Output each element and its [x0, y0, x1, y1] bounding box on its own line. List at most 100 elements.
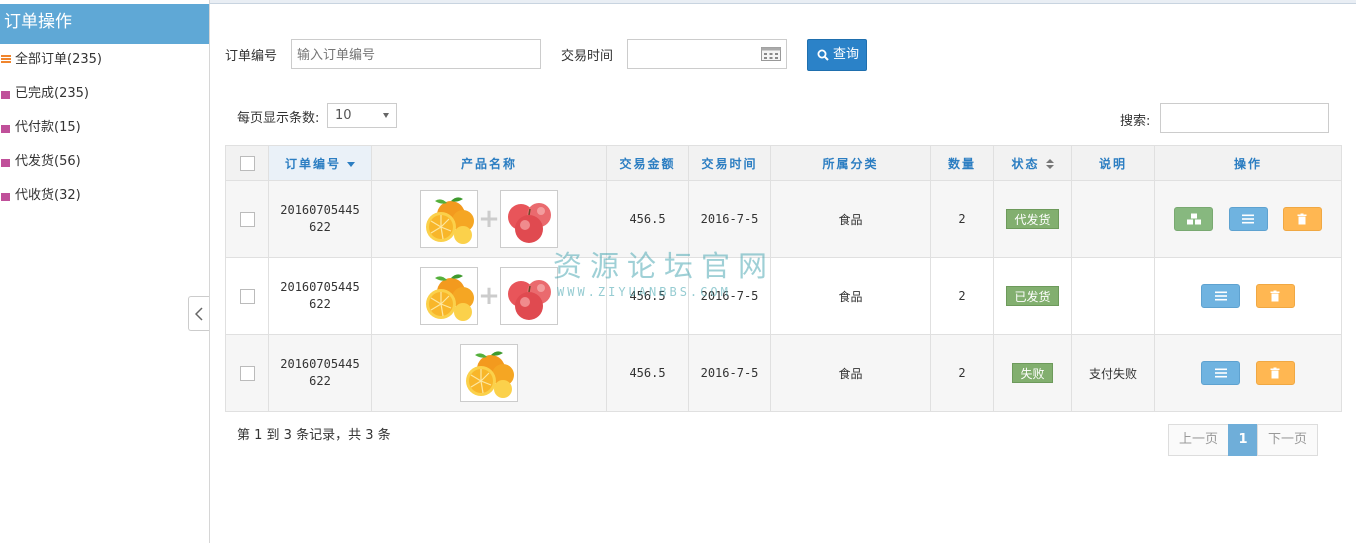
query-button[interactable]: 查询: [807, 39, 867, 71]
prev-page-button[interactable]: 上一页: [1168, 424, 1229, 456]
sort-icon: [1045, 159, 1054, 169]
page-1-button[interactable]: 1: [1228, 424, 1258, 456]
table-row: 20160705445622 + 456.5 2016-7-5 食品 2 代发货: [225, 180, 1342, 258]
sidebar-item-label: 全部订单(235): [15, 52, 102, 67]
category-cell: 食品: [770, 334, 931, 412]
tag-icon: [1, 125, 10, 133]
list-icon: [1, 55, 11, 57]
column-header-product: 产品名称: [371, 145, 607, 181]
sidebar-item-completed[interactable]: 已完成(235): [0, 78, 209, 112]
watermark-url: WWW.ZIYUANBBS.COM: [557, 285, 731, 299]
column-header-time: 交易时间: [688, 145, 771, 181]
orange-image[interactable]: [420, 267, 478, 325]
plus-icon: +: [478, 281, 500, 311]
order-no-cell: 20160705445622: [268, 180, 372, 258]
category-cell: 食品: [770, 180, 931, 258]
note-cell: 支付失败: [1071, 334, 1155, 412]
sidebar-item-label: 已完成(235): [15, 86, 89, 101]
next-page-button[interactable]: 下一页: [1257, 424, 1318, 456]
sidebar-item-label: 代付款(15): [15, 120, 81, 135]
row-checkbox[interactable]: [239, 288, 255, 304]
column-header-note: 说明: [1071, 145, 1155, 181]
tag-icon: [1, 91, 10, 99]
actions-cell: [1154, 257, 1342, 335]
trash-icon: [1270, 367, 1280, 379]
row-checkbox[interactable]: [239, 365, 255, 381]
note-cell: [1071, 180, 1155, 258]
column-header-actions: 操作: [1154, 145, 1342, 181]
detail-button[interactable]: [1201, 284, 1241, 308]
sidebar-item-pending-receipt[interactable]: 代收货(32): [0, 180, 209, 214]
status-cell: 代发货: [993, 180, 1072, 258]
chevron-left-icon: [195, 307, 203, 321]
column-header-status[interactable]: 状态: [993, 145, 1072, 181]
column-header-order-no[interactable]: 订单编号: [268, 145, 372, 181]
column-header-category: 所属分类: [770, 145, 931, 181]
top-border: [209, 0, 1356, 4]
column-header-qty: 数量: [930, 145, 994, 181]
apple-image[interactable]: [500, 190, 558, 248]
records-summary: 第 1 到 3 条记录，共 3 条: [237, 428, 391, 443]
caret-down-icon: [383, 113, 389, 118]
actions-cell: [1154, 334, 1342, 412]
sidebar-item-all-orders[interactable]: 全部订单(235): [0, 44, 209, 78]
search-icon: [817, 49, 829, 61]
trash-icon: [1270, 290, 1280, 302]
apple-image[interactable]: [500, 267, 558, 325]
detail-button[interactable]: [1228, 207, 1268, 231]
orange-image[interactable]: [420, 190, 478, 248]
status-badge: 失败: [1012, 363, 1053, 383]
status-badge: 代发货: [1006, 209, 1059, 229]
category-cell: 食品: [770, 257, 931, 335]
product-cell: [371, 334, 607, 412]
sidebar-item-pending-shipment[interactable]: 代发货(56): [0, 146, 209, 180]
time-cell: 2016-7-5: [688, 334, 771, 412]
sidebar-title: 订单操作: [0, 4, 209, 44]
trade-time-input[interactable]: [627, 39, 787, 69]
delete-button[interactable]: [1255, 284, 1295, 308]
table-row: 20160705445622 + 456.5 2016-7-5 食品 2 已发货: [225, 257, 1342, 335]
watermark-title: 资源论坛官网: [553, 249, 776, 283]
detail-button[interactable]: [1201, 361, 1241, 385]
qty-cell: 2: [930, 257, 994, 335]
order-no-label: 订单编号: [225, 49, 278, 64]
status-badge: 已发货: [1006, 286, 1059, 306]
amount-cell: 456.5: [606, 334, 689, 412]
ship-button[interactable]: [1174, 207, 1214, 231]
list-icon: [1214, 368, 1227, 378]
sidebar: 订单操作 全部订单(235) 已完成(235) 代付款(15) 代发货(56) …: [0, 0, 210, 543]
order-no-cell: 20160705445622: [268, 257, 372, 335]
sidebar-item-label: 代发货(56): [15, 154, 81, 169]
list-icon: [1214, 291, 1227, 301]
qty-cell: 2: [930, 334, 994, 412]
table-row: 20160705445622 456.5 2016-7-5 食品 2 失败 支付…: [225, 334, 1342, 412]
select-all-header: [225, 145, 269, 181]
delete-button[interactable]: [1282, 207, 1322, 231]
row-checkbox[interactable]: [239, 211, 255, 227]
list-icon: [1242, 214, 1254, 224]
status-cell: 失败: [993, 334, 1072, 412]
qty-cell: 2: [930, 180, 994, 258]
page-size-select[interactable]: 10: [327, 103, 397, 128]
sidebar-item-pending-payment[interactable]: 代付款(15): [0, 112, 209, 146]
table-search-label: 搜索:: [1120, 114, 1151, 129]
column-header-amount: 交易金额: [606, 145, 689, 181]
page-size-label: 每页显示条数:: [237, 111, 320, 126]
actions-cell: [1154, 180, 1342, 258]
tag-icon: [1, 159, 10, 167]
tag-icon: [1, 193, 10, 201]
order-no-input[interactable]: [291, 39, 541, 69]
plus-icon: +: [478, 204, 500, 234]
sidebar-collapse-button[interactable]: [188, 296, 209, 331]
note-cell: [1071, 257, 1155, 335]
delete-button[interactable]: [1255, 361, 1295, 385]
select-all-checkbox[interactable]: [239, 155, 255, 171]
status-cell: 已发货: [993, 257, 1072, 335]
table-search-input[interactable]: [1160, 103, 1329, 133]
calendar-icon[interactable]: [761, 47, 781, 61]
table-header-row: 订单编号 产品名称 交易金额 交易时间 所属分类 数量 状态 说明 操作: [225, 145, 1342, 181]
trash-icon: [1297, 213, 1307, 225]
orders-table: 订单编号 产品名称 交易金额 交易时间 所属分类 数量 状态 说明 操作 201…: [225, 145, 1342, 412]
orange-image[interactable]: [460, 344, 518, 402]
cubes-icon: [1186, 213, 1201, 225]
